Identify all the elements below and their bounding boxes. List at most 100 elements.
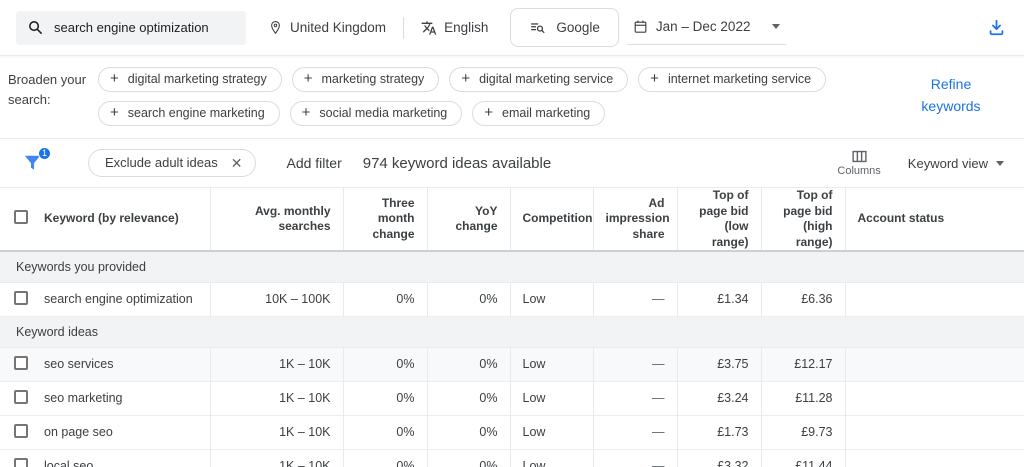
broaden-chip[interactable]: + digital marketing service [449, 67, 628, 92]
location-pin-icon [268, 20, 283, 35]
keyword-cell: search engine optimization [38, 282, 210, 316]
filter-bar: 1 Exclude adult ideas ✕ Add filter 974 k… [0, 139, 1024, 187]
competition-cell: Low [510, 415, 593, 449]
keyword-cell: on page seo [38, 415, 210, 449]
top-bid-low-cell: £3.24 [677, 381, 761, 415]
view-label: Keyword view [908, 156, 988, 171]
three-month-change-cell: 0% [343, 415, 427, 449]
col-header-account-status[interactable]: Account status [845, 188, 1024, 252]
account-status-cell [845, 282, 1024, 316]
keyword-view-dropdown[interactable]: Keyword view [908, 156, 1004, 171]
topbar: United Kingdom English Google Jan – Dec … [0, 0, 1024, 56]
exclude-adult-ideas-chip[interactable]: Exclude adult ideas ✕ [88, 149, 256, 177]
location-selector[interactable]: United Kingdom [268, 20, 386, 35]
competition-cell: Low [510, 381, 593, 415]
col-header-keyword[interactable]: Keyword (by relevance) [38, 188, 210, 252]
yoy-change-cell: 0% [427, 282, 510, 316]
language-label: English [444, 20, 488, 35]
three-month-change-cell: 0% [343, 449, 427, 467]
plus-icon: + [650, 73, 659, 85]
row-checkbox[interactable] [14, 356, 28, 370]
download-button[interactable] [987, 18, 1006, 37]
table-row: on page seo1K – 10K0%0%Low—£1.73£9.73 [0, 415, 1024, 449]
close-icon[interactable]: ✕ [231, 156, 243, 170]
broaden-chip[interactable]: +search engine marketing [98, 101, 280, 126]
broaden-chip-label: social media marketing [319, 106, 447, 120]
table-row: seo services1K – 10K0%0%Low—£3.75£12.17 [0, 347, 1024, 381]
row-checkbox[interactable] [14, 390, 28, 404]
network-selector[interactable]: Google [510, 8, 619, 47]
keyword-cell: local seo [38, 449, 210, 467]
top-bid-high-cell: £12.17 [761, 347, 845, 381]
broaden-chip[interactable]: + email marketing [472, 101, 605, 126]
ad-impression-share-cell: — [593, 347, 677, 381]
broaden-chip[interactable]: + marketing strategy [292, 67, 440, 92]
broaden-chip[interactable]: +internet marketing service [638, 67, 826, 92]
three-month-change-cell: 0% [343, 282, 427, 316]
search-input[interactable] [54, 20, 235, 35]
row-checkbox[interactable] [14, 424, 28, 438]
table-row: search engine optimization10K – 100K0%0%… [0, 282, 1024, 316]
yoy-change-cell: 0% [427, 347, 510, 381]
section-header-row: Keyword ideas [0, 316, 1024, 347]
broaden-chip[interactable]: + digital marketing strategy [98, 67, 282, 92]
col-header-avg-monthly-searches[interactable]: Avg. monthly searches [210, 188, 343, 252]
network-label: Google [556, 20, 600, 35]
yoy-change-cell: 0% [427, 415, 510, 449]
account-status-cell [845, 415, 1024, 449]
chevron-down-icon [772, 24, 780, 29]
account-status-cell [845, 347, 1024, 381]
columns-button[interactable]: Columns [837, 149, 880, 177]
col-header-top-bid-low[interactable]: Top of page bid (low range) [677, 188, 761, 252]
yoy-change-cell: 0% [427, 381, 510, 415]
chevron-down-icon [996, 161, 1004, 166]
add-filter-button[interactable]: Add filter [286, 155, 341, 171]
filter-count-badge: 1 [38, 147, 51, 160]
avg-monthly-searches-cell: 1K – 10K [210, 347, 343, 381]
col-header-competition[interactable]: Competition [510, 188, 593, 252]
plus-icon: + [110, 73, 119, 85]
columns-label: Columns [837, 165, 880, 177]
location-label: United Kingdom [290, 20, 386, 35]
section-label: Keywords you provided [0, 251, 1024, 282]
competition-cell: Low [510, 347, 593, 381]
refine-keywords-button[interactable]: Refine keywords [910, 67, 992, 117]
col-header-top-bid-high[interactable]: Top of page bid (high range) [761, 188, 845, 252]
plus-icon: + [302, 107, 311, 119]
columns-icon [851, 149, 868, 164]
top-bid-low-cell: £3.32 [677, 449, 761, 467]
select-all-checkbox[interactable] [14, 210, 28, 224]
col-header-yoy-change[interactable]: YoY change [427, 188, 510, 252]
search-network-icon [529, 19, 546, 36]
ad-impression-share-cell: — [593, 381, 677, 415]
date-range-label: Jan – Dec 2022 [656, 19, 751, 34]
ad-impression-share-cell: — [593, 415, 677, 449]
language-selector[interactable]: English [421, 20, 488, 36]
row-checkbox[interactable] [14, 458, 28, 467]
date-range-selector[interactable]: Jan – Dec 2022 [627, 10, 787, 45]
col-header-ad-impression-share[interactable]: Ad impression share [593, 188, 677, 252]
filter-button[interactable]: 1 [21, 151, 46, 176]
broaden-chip-label: digital marketing service [479, 72, 613, 86]
broaden-search-label: Broaden your search: [8, 67, 88, 109]
broaden-chip-label: email marketing [502, 106, 590, 120]
plus-icon: + [304, 73, 313, 85]
plus-icon: + [484, 107, 493, 119]
col-header-three-month-change[interactable]: Three month change [343, 188, 427, 252]
top-bid-low-cell: £3.75 [677, 347, 761, 381]
broaden-chip[interactable]: + social media marketing [290, 101, 463, 126]
keyword-table: Keyword (by relevance) Avg. monthly sear… [0, 187, 1024, 467]
row-checkbox[interactable] [14, 291, 28, 305]
translate-icon [421, 20, 437, 36]
keyword-search-box[interactable] [16, 11, 246, 45]
table-row: local seo1K – 10K0%0%Low—£3.32£11.44 [0, 449, 1024, 467]
broaden-chip-label: marketing strategy [321, 72, 424, 86]
table-header-row: Keyword (by relevance) Avg. monthly sear… [0, 188, 1024, 252]
broaden-chip-label: digital marketing strategy [128, 72, 267, 86]
top-bid-low-cell: £1.73 [677, 415, 761, 449]
top-bid-high-cell: £11.28 [761, 381, 845, 415]
yoy-change-cell: 0% [427, 449, 510, 467]
plus-icon: + [461, 73, 470, 85]
calendar-icon [633, 19, 648, 34]
top-bid-high-cell: £9.73 [761, 415, 845, 449]
